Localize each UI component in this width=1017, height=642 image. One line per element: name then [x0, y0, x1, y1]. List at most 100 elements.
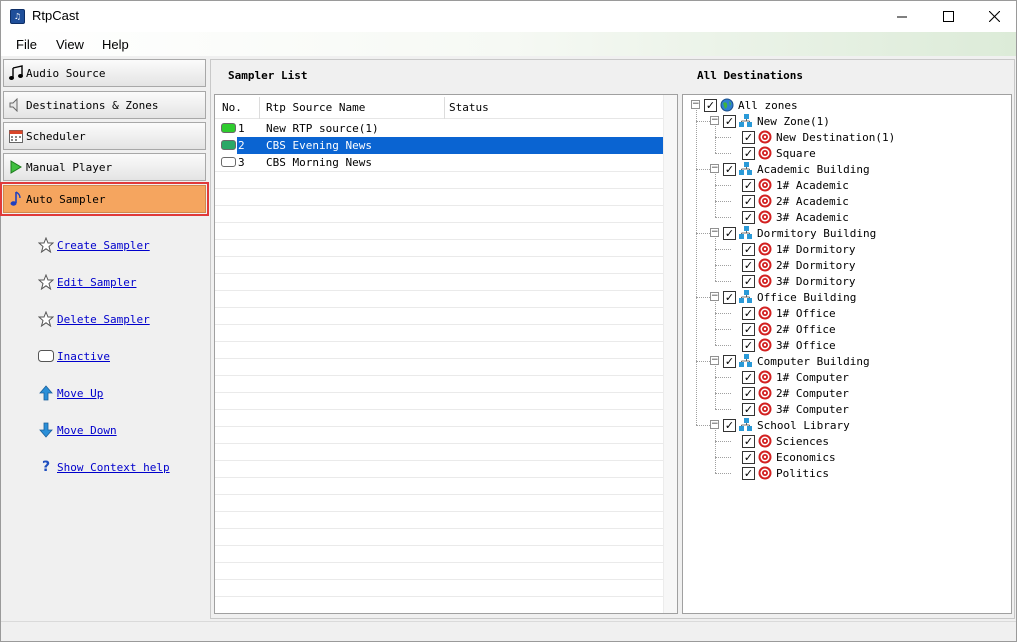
collapse-icon[interactable]: − [710, 116, 719, 125]
nav-audio-source[interactable]: Audio Source [3, 59, 206, 87]
maximize-button[interactable] [925, 1, 971, 32]
checkbox[interactable]: ✓ [723, 226, 736, 240]
create-sampler-link[interactable]: Create Sampler [37, 236, 150, 254]
collapse-icon[interactable]: − [710, 356, 719, 365]
column-header-status[interactable]: Status [449, 101, 489, 114]
tree-node-label: 2# Office [776, 322, 836, 336]
nav-manual-player[interactable]: Manual Player [3, 153, 206, 181]
delete-sampler-link[interactable]: Delete Sampler [37, 310, 150, 328]
tree-destination[interactable]: ✓ 2# Dormitory [742, 257, 855, 273]
tree-zone[interactable]: ✓ Office Building [723, 289, 856, 305]
tree-root-all-zones[interactable]: ✓ All zones [704, 97, 798, 113]
checkbox[interactable]: ✓ [742, 130, 755, 144]
tree-destination[interactable]: ✓ Square [742, 145, 816, 161]
nav-auto-sampler[interactable]: Auto Sampler [0, 182, 209, 216]
close-button[interactable] [971, 1, 1017, 32]
tree-destination[interactable]: ✓ 1# Academic [742, 177, 849, 193]
tree-node-label: 2# Dormitory [776, 258, 856, 272]
minimize-button[interactable] [879, 1, 925, 32]
checkbox[interactable]: ✓ [742, 178, 755, 192]
checkbox[interactable]: ✓ [723, 114, 736, 128]
edit-sampler-link[interactable]: Edit Sampler [37, 273, 136, 291]
tree-destination[interactable]: ✓ 1# Dormitory [742, 241, 855, 257]
tree-destination[interactable]: ✓ Politics [742, 465, 829, 481]
checkbox[interactable]: ✓ [742, 466, 755, 480]
checkbox[interactable]: ✓ [723, 162, 736, 176]
collapse-icon[interactable]: − [710, 292, 719, 301]
table-row-selected[interactable]: 2 CBS Evening News [237, 137, 663, 154]
checkbox[interactable]: ✓ [742, 386, 755, 400]
checkbox[interactable]: ✓ [742, 242, 755, 256]
checkbox[interactable]: ✓ [723, 418, 736, 432]
table-row[interactable]: 3 CBS Morning News [215, 154, 663, 171]
tree-destination[interactable]: ✓ New Destination(1) [742, 129, 895, 145]
collapse-icon[interactable]: − [691, 100, 700, 109]
inactive-link[interactable]: Inactive [37, 347, 110, 365]
tree-destination[interactable]: ✓ 2# Computer [742, 385, 849, 401]
move-up-link[interactable]: Move Up [37, 384, 103, 402]
checkbox[interactable]: ✓ [742, 274, 755, 288]
tree-destination[interactable]: ✓ 3# Office [742, 337, 836, 353]
checkbox[interactable]: ✓ [742, 338, 755, 352]
nav-label: Audio Source [26, 66, 106, 80]
checkbox[interactable]: ✓ [742, 322, 755, 336]
checkbox[interactable]: ✓ [742, 450, 755, 464]
tree-destination[interactable]: ✓ 2# Office [742, 321, 836, 337]
tree-destination[interactable]: ✓ 3# Computer [742, 401, 849, 417]
nav-label: Scheduler [26, 129, 86, 143]
sampler-list[interactable]: No. Rtp Source Name Status 1 New RTP sou… [214, 94, 678, 614]
checkbox[interactable]: ✓ [742, 306, 755, 320]
menu-help[interactable]: Help [102, 37, 129, 52]
column-header-no[interactable]: No. [222, 101, 242, 114]
checkbox[interactable]: ✓ [742, 194, 755, 208]
target-icon [757, 401, 773, 417]
tree-node-label: 1# Academic [776, 178, 849, 192]
checkbox[interactable]: ✓ [742, 370, 755, 384]
vertical-scrollbar[interactable] [663, 95, 677, 613]
checkbox[interactable]: ✓ [723, 290, 736, 304]
arrow-up-icon [37, 384, 55, 402]
tree-zone[interactable]: ✓ Academic Building [723, 161, 870, 177]
checkbox[interactable]: ✓ [704, 98, 717, 112]
destinations-tree[interactable]: − ✓ All zones − ✓ New Zone(1) ✓ New Destination… [682, 94, 1012, 614]
target-icon [757, 129, 773, 145]
tree-node-label: All zones [738, 98, 798, 112]
nav-label: Manual Player [26, 160, 113, 174]
menu-view[interactable]: View [56, 37, 84, 52]
checkbox[interactable]: ✓ [742, 146, 755, 160]
tree-node-label: 2# Computer [776, 386, 849, 400]
checkbox[interactable]: ✓ [723, 354, 736, 368]
tree-destination[interactable]: ✓ 1# Office [742, 305, 836, 321]
checkbox[interactable]: ✓ [742, 210, 755, 224]
tree-zone[interactable]: ✓ School Library [723, 417, 850, 433]
collapse-icon[interactable]: − [710, 420, 719, 429]
tree-destination[interactable]: ✓ 3# Dormitory [742, 273, 855, 289]
tree-zone[interactable]: ✓ Dormitory Building [723, 225, 876, 241]
tree-destination[interactable]: ✓ 3# Academic [742, 209, 849, 225]
checkbox[interactable]: ✓ [742, 402, 755, 416]
tree-zone[interactable]: ✓ Computer Building [723, 353, 870, 369]
tree-node-label: 1# Office [776, 306, 836, 320]
tree-destination[interactable]: ✓ 1# Computer [742, 369, 849, 385]
tree-zone[interactable]: ✓ New Zone(1) [723, 113, 830, 129]
nav-scheduler[interactable]: Scheduler [3, 122, 206, 150]
collapse-icon[interactable]: − [710, 164, 719, 173]
column-header-name[interactable]: Rtp Source Name [266, 101, 365, 114]
tree-destination[interactable]: ✓ 2# Academic [742, 193, 849, 209]
tree-destination[interactable]: ✓ Sciences [742, 433, 829, 449]
checkbox[interactable]: ✓ [742, 434, 755, 448]
show-context-help-link[interactable]: ? Show Context help [37, 458, 170, 476]
collapse-icon[interactable]: − [710, 228, 719, 237]
tree-destination[interactable]: ✓ Economics [742, 449, 836, 465]
table-row[interactable]: 1 New RTP source(1) [215, 120, 663, 137]
menu-file[interactable]: File [16, 37, 37, 52]
app-window: ♫ RtpCast File View Help Audio Source De… [0, 0, 1017, 642]
checkbox[interactable]: ✓ [742, 258, 755, 272]
tree-node-label: 3# Academic [776, 210, 849, 224]
zone-icon [738, 113, 754, 129]
question-icon: ? [41, 459, 51, 475]
move-down-link[interactable]: Move Down [37, 421, 117, 439]
target-icon [757, 241, 773, 257]
tree-node-label: Politics [776, 466, 829, 480]
nav-destinations-zones[interactable]: Destinations & Zones [3, 91, 206, 119]
